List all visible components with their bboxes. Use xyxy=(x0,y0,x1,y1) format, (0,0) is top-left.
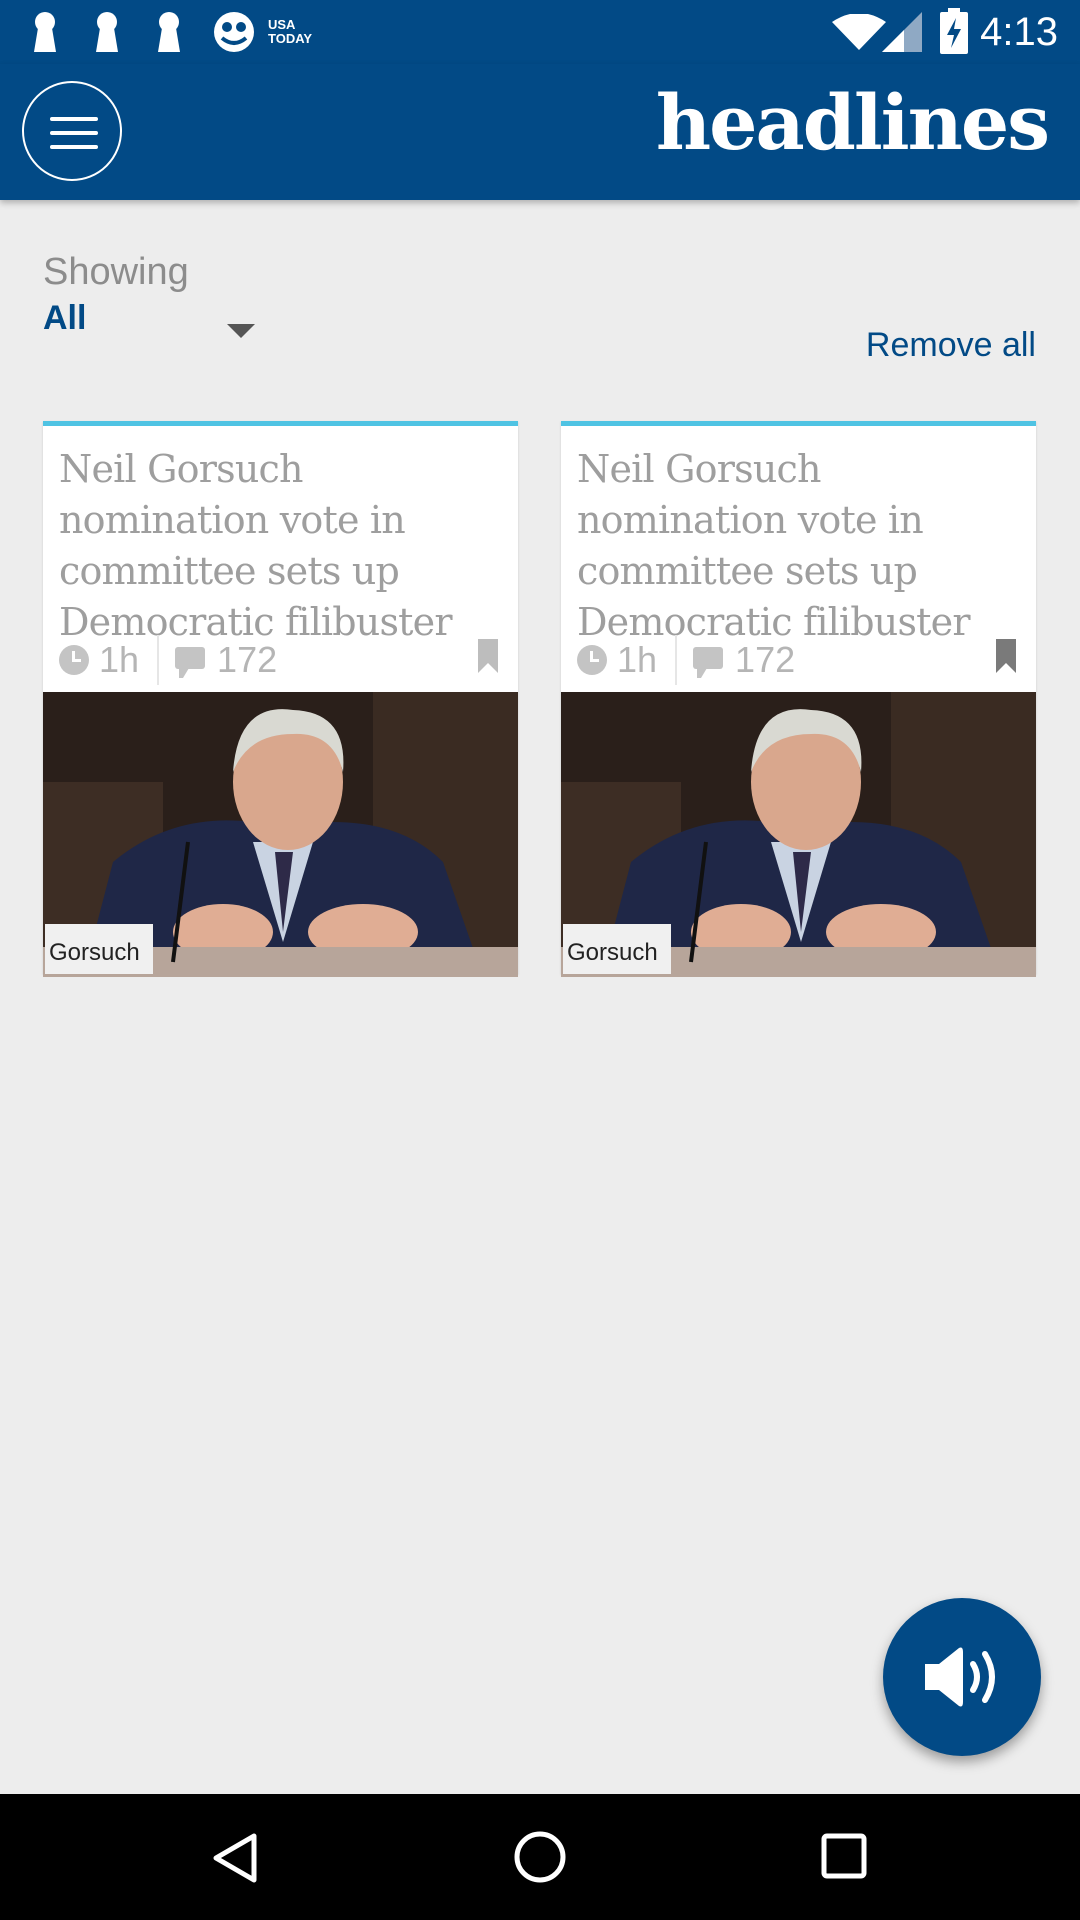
status-bar: USA TODAY 4:13 xyxy=(0,0,1080,64)
signal-icon xyxy=(882,12,922,52)
nameplate-text: Gorsuch xyxy=(567,939,658,966)
menu-button[interactable] xyxy=(22,81,122,181)
meta-divider xyxy=(675,635,678,685)
app-title: headlines xyxy=(655,78,1050,167)
clock-icon xyxy=(59,645,89,675)
comment-icon xyxy=(693,647,724,678)
status-time: 4:13 xyxy=(980,10,1058,54)
article-meta: 1h 172 xyxy=(59,635,498,685)
comment-icon xyxy=(175,647,206,678)
article-headline[interactable]: Neil Gorsuch nomination vote in committe… xyxy=(577,444,1022,648)
article-age: 1h xyxy=(617,639,658,680)
home-icon[interactable] xyxy=(513,1830,567,1884)
comment-count[interactable]: 172 xyxy=(217,639,277,681)
clock-icon xyxy=(577,645,607,675)
article-meta: 1h 172 xyxy=(577,635,1016,685)
system-nav-bar xyxy=(0,1794,1080,1920)
battery-charging-icon xyxy=(940,8,968,54)
article-card[interactable]: Neil Gorsuch nomination vote in committe… xyxy=(561,421,1036,977)
article-photo[interactable]: Gorsuch xyxy=(561,692,1036,977)
back-icon[interactable] xyxy=(212,1832,258,1884)
article-card[interactable]: Neil Gorsuch nomination vote in committe… xyxy=(43,421,518,977)
keyhole-icon xyxy=(96,12,118,52)
listen-button[interactable] xyxy=(883,1598,1041,1756)
filter-value: All xyxy=(43,299,87,337)
article-age: 1h xyxy=(99,639,140,680)
keyhole-icon xyxy=(158,12,180,52)
recents-icon[interactable] xyxy=(820,1832,868,1880)
usa-today-label: USA TODAY xyxy=(268,17,313,46)
usa-today-icon xyxy=(214,12,254,52)
nameplate-text: Gorsuch xyxy=(49,939,140,966)
filter-dropdown[interactable]: Showing All xyxy=(43,248,255,340)
speaker-volume-icon xyxy=(925,1647,995,1707)
remove-all-button[interactable]: Remove all xyxy=(866,326,1036,365)
dropdown-caret-icon[interactable] xyxy=(227,324,255,338)
app-bar: headlines xyxy=(0,64,1080,200)
notification-icons: USA TODAY xyxy=(30,10,312,54)
bookmark-icon[interactable] xyxy=(478,639,498,673)
meta-divider xyxy=(157,635,160,685)
filter-label: Showing xyxy=(43,251,189,293)
comment-count[interactable]: 172 xyxy=(735,639,795,681)
wifi-icon xyxy=(832,14,886,50)
article-photo[interactable]: Gorsuch xyxy=(43,692,518,977)
article-headline[interactable]: Neil Gorsuch nomination vote in committe… xyxy=(59,444,504,648)
keyhole-icon xyxy=(34,12,56,52)
bookmark-icon[interactable] xyxy=(996,639,1016,673)
